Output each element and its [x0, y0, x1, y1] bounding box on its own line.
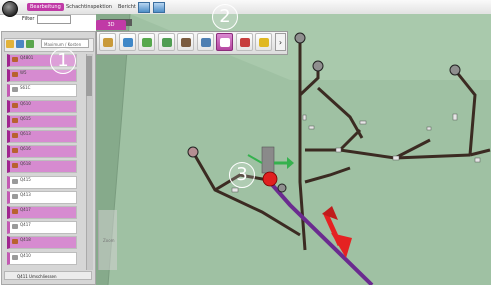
- toolbar-button-draw[interactable]: [235, 33, 253, 51]
- list-item-label: Q415: [20, 176, 31, 182]
- rotate-icon: [122, 38, 133, 47]
- tab-bericht[interactable]: Bericht: [115, 3, 139, 11]
- gizmo-z-axis: [247, 154, 263, 164]
- toolbar-more-button[interactable]: ›: [275, 33, 286, 51]
- list-item-label: Q417: [20, 222, 31, 228]
- list-item[interactable]: Q418: [7, 236, 77, 250]
- gizmo-x-arrow: [287, 157, 294, 169]
- panel-footer: Q411 Umschliessen: [4, 271, 92, 280]
- list-item-label: S61C: [20, 85, 31, 91]
- filter-icon[interactable]: [16, 40, 24, 48]
- pipe-branch: [305, 148, 471, 160]
- gizmo-handle: [261, 146, 275, 174]
- list-item[interactable]: Q618: [7, 160, 77, 174]
- list-item[interactable]: Q417: [7, 221, 77, 235]
- list-item-label: Q610: [20, 100, 31, 106]
- list-item[interactable]: Q616: [7, 145, 77, 159]
- edit-pipe-icon: [220, 38, 230, 47]
- toolbar-button-rotate[interactable]: [118, 33, 136, 51]
- manhole-icon: [12, 239, 18, 245]
- zoom-strip[interactable]: Zoom: [98, 210, 117, 270]
- tab-bearbeitung[interactable]: Bearbeitung: [27, 3, 64, 11]
- list-item-label: Q616: [20, 146, 31, 152]
- callout-2: 2: [212, 4, 238, 30]
- list-item[interactable]: Q413: [7, 190, 77, 204]
- list-item-label: Q613: [20, 131, 31, 136]
- manhole-icon: [12, 148, 18, 154]
- pipe-branch: [469, 148, 491, 157]
- manhole-icon: [12, 133, 18, 138]
- folder-icon[interactable]: [6, 40, 14, 48]
- list-scrollbar-thumb[interactable]: [86, 56, 92, 96]
- pipe-icon: [161, 38, 172, 47]
- toolbar-button-edit-pipe[interactable]: [216, 33, 233, 51]
- pipe-branch: [304, 166, 351, 184]
- manhole-icon: [12, 87, 18, 93]
- refresh-icon[interactable]: [26, 40, 34, 48]
- manhole-icon: [12, 209, 18, 214]
- tab-3d-view[interactable]: 3D: [96, 20, 126, 30]
- manhole-icon: [12, 57, 18, 62]
- selected-pipe: [266, 178, 374, 285]
- node-icon: [181, 38, 191, 47]
- manhole-icon: [12, 117, 18, 123]
- list-item[interactable]: Q615: [7, 114, 77, 128]
- list-item-label: Q417: [20, 207, 31, 212]
- list-item-label: Q413: [20, 191, 31, 197]
- app-menu-button[interactable]: [2, 1, 18, 17]
- list-item[interactable]: Q610: [7, 99, 77, 113]
- window-icon[interactable]: [138, 2, 150, 13]
- list-item-label: Q410: [20, 252, 31, 258]
- manhole-icon: [12, 102, 18, 108]
- manhole-icon: [12, 193, 18, 199]
- list-item[interactable]: Q410: [7, 251, 77, 265]
- manhole-icon: [12, 254, 18, 260]
- panel-search-input[interactable]: Maximum / Kosten: [41, 39, 89, 48]
- pipe-branch: [338, 128, 362, 152]
- toolbar-button-node[interactable]: [177, 33, 194, 51]
- gizmo-center: [262, 171, 278, 187]
- manhole-icon: [12, 224, 18, 230]
- manhole-icon: [12, 178, 18, 184]
- callout-3: 3: [229, 162, 255, 188]
- filter-input[interactable]: [37, 15, 71, 24]
- object-list: Q4801 W5 S61C Q610 Q615 Q613 Q616 Q618 Q415 Q413 Q…: [7, 54, 85, 270]
- hand-icon: [103, 38, 113, 47]
- toolbar-button-route[interactable]: [138, 33, 155, 51]
- toolbar-button-split[interactable]: [196, 33, 214, 51]
- pipe-branch: [316, 86, 364, 139]
- list-item-label: Q618: [20, 161, 31, 167]
- pipe-branch: [453, 69, 477, 156]
- pipe-branch: [394, 138, 431, 160]
- list-item[interactable]: Q415: [7, 175, 77, 189]
- info-icon: [259, 38, 269, 47]
- list-item[interactable]: Q613: [7, 130, 77, 143]
- filter-label: Filter: [22, 16, 35, 22]
- list-item-label: W5: [20, 70, 27, 76]
- route-icon: [142, 38, 152, 47]
- list-item-label: Q418: [20, 237, 31, 243]
- toolbar-button-pipe[interactable]: [157, 33, 175, 51]
- zoom-label: Zoom: [103, 238, 115, 243]
- list-item[interactable]: Q417: [7, 206, 77, 219]
- list-item-label: Q615: [20, 115, 31, 121]
- toolbar-button-hand[interactable]: [99, 33, 116, 51]
- window-icon[interactable]: [153, 2, 165, 13]
- manhole-icon: [12, 163, 18, 169]
- draw-icon: [239, 38, 250, 47]
- split-icon: [200, 38, 211, 47]
- tab-schachtinspektion[interactable]: Schachtinspektion: [63, 3, 115, 11]
- callout-1: 1: [50, 48, 76, 74]
- manhole-icon: [12, 72, 18, 78]
- list-item-label: Q4801: [20, 55, 34, 60]
- toolbar-button-info[interactable]: [255, 33, 272, 51]
- list-item[interactable]: S61C: [7, 84, 77, 98]
